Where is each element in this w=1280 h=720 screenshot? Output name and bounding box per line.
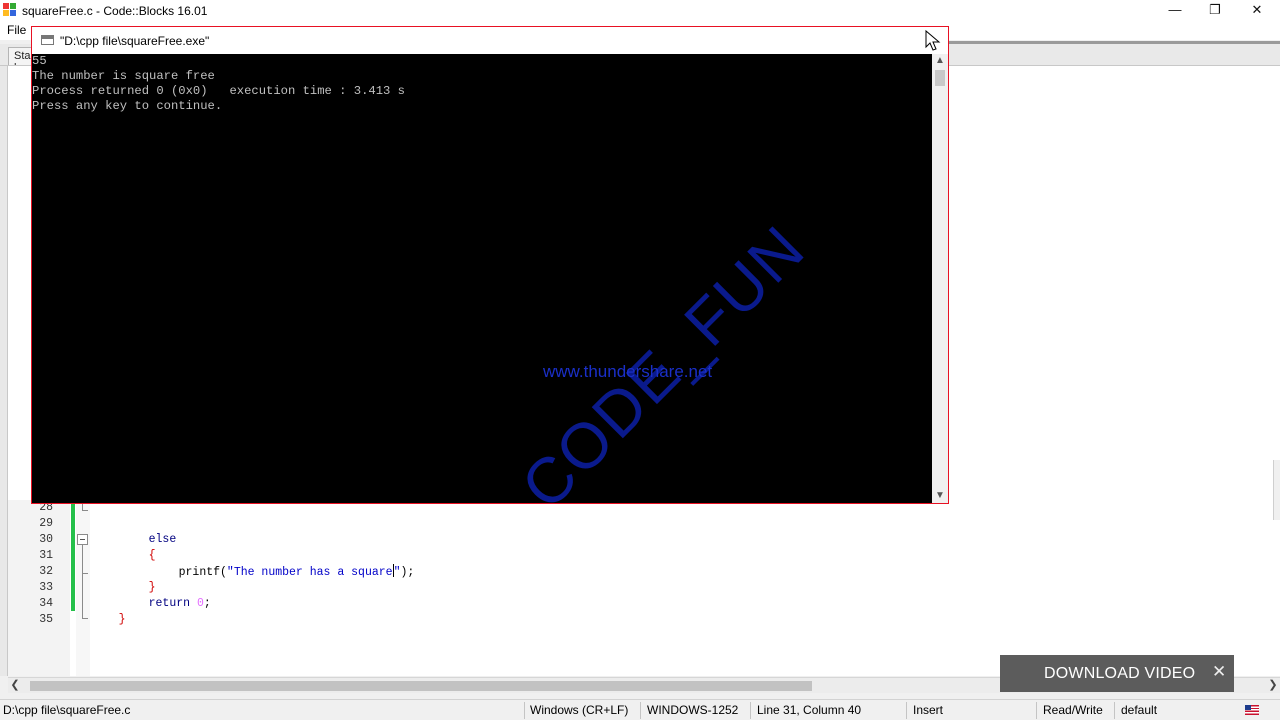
status-profile: default [1121, 703, 1158, 717]
scroll-right-icon[interactable]: ❯ [1266, 678, 1280, 694]
management-panel-edge [0, 66, 8, 676]
screen: squareFree.c - Code::Blocks 16.01 — ❐ ✕ … [0, 0, 1280, 720]
status-separator [906, 702, 907, 719]
fold-end-marker [82, 618, 88, 619]
console-line: Process returned 0 (0x0) execution time … [32, 84, 405, 98]
console-title: "D:\cpp file\squareFree.exe" [60, 34, 210, 48]
close-icon[interactable]: ✕ [1212, 663, 1226, 681]
status-encoding: WINDOWS-1252 [647, 703, 739, 717]
status-cursor-position: Line 31, Column 40 [757, 703, 862, 717]
line-number: 34 [39, 597, 53, 610]
code-line-31[interactable]: printf("The number has a square"); [151, 548, 414, 579]
line-number: 33 [39, 581, 53, 594]
status-line-endings: Windows (CR+LF) [530, 703, 629, 717]
string-literal: "The number has a square [226, 566, 393, 579]
status-access: Read/Write [1043, 703, 1103, 717]
scroll-thumb[interactable] [30, 681, 812, 691]
console-vertical-scrollbar[interactable]: ▲ ▼ [932, 54, 948, 503]
scroll-down-icon[interactable]: ▼ [932, 489, 948, 503]
window-title: squareFree.c - Code::Blocks 16.01 [22, 4, 208, 18]
console-titlebar: "D:\cpp file\squareFree.exe" [32, 27, 948, 54]
status-file-path: D:\cpp file\squareFree.c [3, 703, 131, 717]
scroll-up-icon[interactable]: ▲ [932, 54, 948, 68]
console-close-icon[interactable] [925, 29, 947, 51]
statement-end: ); [400, 566, 415, 579]
close-button[interactable]: ✕ [1234, 0, 1280, 22]
line-number: 31 [39, 549, 53, 562]
status-separator [750, 702, 751, 719]
keyword-return: return [148, 597, 191, 610]
us-flag-icon [1245, 705, 1259, 715]
right-panel-edge [1273, 460, 1280, 520]
download-video-label[interactable]: DOWNLOAD VIDEO [1044, 665, 1195, 683]
change-marker-bar [71, 503, 75, 611]
console-line: The number is square free [32, 69, 215, 83]
menu-file[interactable]: File [7, 23, 26, 37]
code-line-33[interactable]: return 0; [121, 580, 211, 610]
code-line-30[interactable]: { [121, 532, 156, 562]
statement-end: ; [203, 597, 211, 610]
fold-guide [82, 545, 83, 573]
status-separator [640, 702, 641, 719]
code-line-32[interactable]: } [121, 564, 156, 594]
code-line-29[interactable]: else [121, 516, 177, 546]
code-line-34[interactable]: } [91, 596, 126, 626]
status-separator [1114, 702, 1115, 719]
number-literal: 0 [196, 597, 204, 610]
close-brace: } [118, 613, 126, 626]
status-separator [524, 702, 525, 719]
console-line: 55 [32, 54, 47, 68]
line-number: 32 [39, 565, 53, 578]
codeblocks-app-icon [3, 3, 17, 17]
line-number: 35 [39, 613, 53, 626]
fold-end-marker [82, 510, 88, 511]
status-separator [1036, 702, 1037, 719]
fold-collapse-toggle[interactable] [77, 534, 88, 545]
status-bar: D:\cpp file\squareFree.c Windows (CR+LF)… [0, 699, 1280, 720]
fold-guide [82, 574, 83, 618]
printf-call: printf( [178, 566, 227, 579]
console-app-icon [41, 35, 54, 45]
download-video-banner[interactable]: DOWNLOAD VIDEO ✕ [1000, 655, 1234, 692]
scroll-left-icon[interactable]: ❮ [8, 678, 22, 694]
console-scroll-thumb[interactable] [935, 70, 945, 86]
restore-button[interactable]: ❐ [1192, 0, 1238, 22]
line-number: 29 [39, 517, 53, 530]
thundershare-watermark: www.thundershare.net [543, 362, 713, 381]
status-insert-mode: Insert [913, 703, 944, 717]
ide-titlebar: squareFree.c - Code::Blocks 16.01 — ❐ ✕ [0, 0, 1280, 22]
fold-margin [76, 500, 90, 676]
line-number: 30 [39, 533, 53, 546]
console-line: Press any key to continue. [32, 99, 223, 113]
